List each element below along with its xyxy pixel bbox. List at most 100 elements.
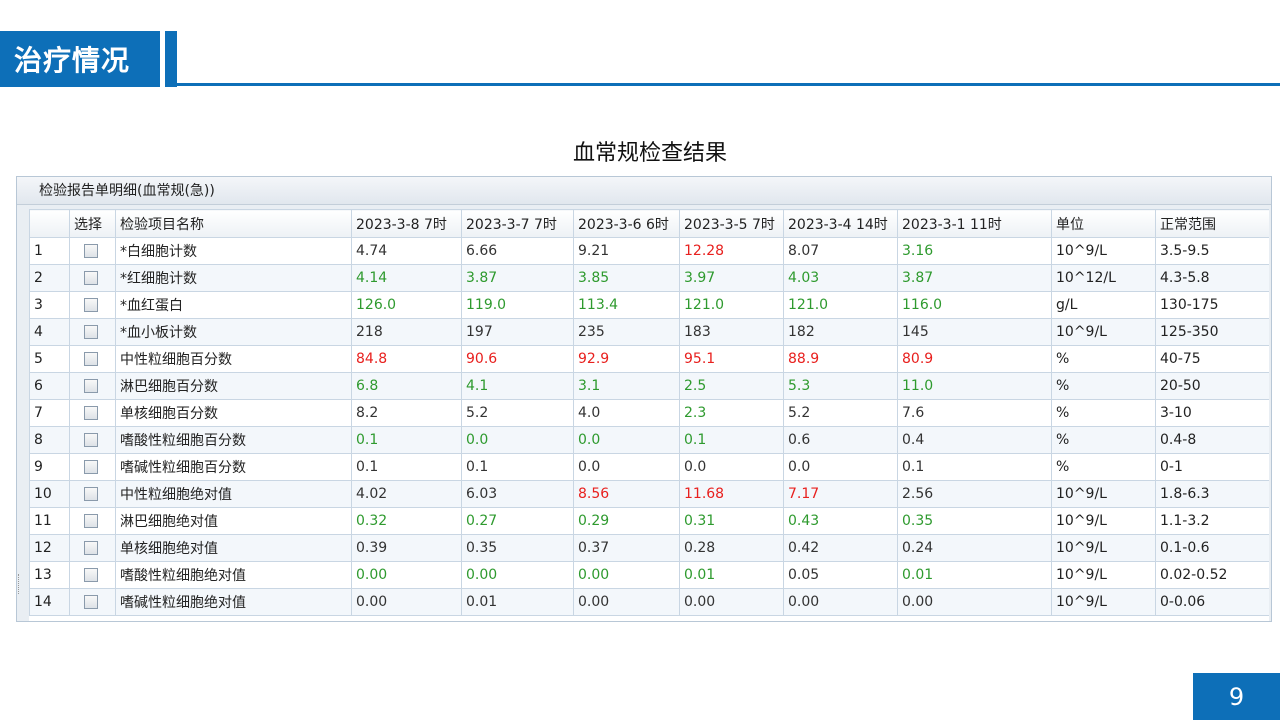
table-row[interactable]: 1 *白细胞计数 4.74 6.66 9.21 12.28 8.07 3.16 10^9/L 3.…: [29, 237, 1269, 265]
select-checkbox[interactable]: [84, 460, 98, 474]
lab-results-grid[interactable]: 选择 检验项目名称 2023-3-8 7时 2023-3-7 7时 2023-3-6 6…: [29, 209, 1269, 621]
row-number: 5: [29, 345, 70, 373]
result-value: 6.66: [461, 237, 574, 265]
table-row[interactable]: 12 单核细胞绝对值 0.39 0.35 0.37 0.28 0.42 0.24 10^9/L 0…: [29, 534, 1269, 562]
unit-cell: 10^9/L: [1051, 507, 1156, 535]
result-value: 95.1: [679, 345, 784, 373]
table-row[interactable]: 2 *红细胞计数 4.14 3.87 3.85 3.97 4.03 3.87 10^12/L 4.…: [29, 264, 1269, 292]
test-item-name: 中性粒细胞绝对值: [115, 480, 352, 508]
table-row[interactable]: 7 单核细胞百分数 8.2 5.2 4.0 2.3 5.2 7.6% 3-10: [29, 399, 1269, 427]
row-number: 7: [29, 399, 70, 427]
result-value: 8.2: [351, 399, 462, 427]
select-checkbox[interactable]: [84, 325, 98, 339]
result-value: 0.0: [783, 453, 898, 481]
result-value: 4.74: [351, 237, 462, 265]
select-checkbox[interactable]: [84, 487, 98, 501]
select-cell: [69, 426, 116, 454]
column-header[interactable]: [29, 209, 70, 238]
result-value: 5.2: [461, 399, 574, 427]
select-cell: [69, 372, 116, 400]
lab-results-table: 选择 检验项目名称 2023-3-8 7时 2023-3-7 7时 2023-3-6 6…: [29, 209, 1269, 616]
result-value: 6.8: [351, 372, 462, 400]
select-checkbox[interactable]: [84, 595, 98, 609]
result-value: 0.32: [351, 507, 462, 535]
normal-range-cell: 0-0.06: [1155, 588, 1269, 616]
select-checkbox[interactable]: [84, 406, 98, 420]
row-number: 11: [29, 507, 70, 535]
result-value: 0.6: [783, 426, 898, 454]
result-value: 0.28: [679, 534, 784, 562]
result-value: 145: [897, 318, 1052, 346]
table-row[interactable]: 14 嗜碱性粒细胞绝对值 0.00 0.01 0.00 0.00 0.00 0.00 10^9/…: [29, 588, 1269, 616]
table-row[interactable]: 3 *血红蛋白 126.0 119.0 113.4 121.0 121.0 116.0 g/L 1…: [29, 291, 1269, 319]
test-item-name: 嗜酸性粒细胞百分数: [115, 426, 352, 454]
table-row[interactable]: 8 嗜酸性粒细胞百分数 0.1 0.0 0.0 0.1 0.6 0.4% 0.4-8: [29, 426, 1269, 454]
select-cell: [69, 264, 116, 292]
unit-cell: %: [1051, 426, 1156, 454]
normal-range-cell: 0.4-8: [1155, 426, 1269, 454]
result-value: 116.0: [897, 291, 1052, 319]
column-header[interactable]: 检验项目名称: [115, 209, 352, 238]
normal-range-cell: 0.1-0.6: [1155, 534, 1269, 562]
column-header[interactable]: 正常范围: [1155, 209, 1269, 238]
select-cell: [69, 588, 116, 616]
normal-range-cell: 3-10: [1155, 399, 1269, 427]
page-subtitle: 血常规检查结果: [572, 141, 727, 166]
column-header[interactable]: 2023-3-5 7时: [679, 209, 784, 238]
result-value: 4.02: [351, 480, 462, 508]
select-checkbox[interactable]: [84, 541, 98, 555]
select-checkbox[interactable]: [84, 568, 98, 582]
select-checkbox[interactable]: [84, 298, 98, 312]
select-checkbox[interactable]: [84, 379, 98, 393]
result-value: 126.0: [351, 291, 462, 319]
column-header[interactable]: 单位: [1051, 209, 1156, 238]
result-value: 0.00: [897, 588, 1052, 616]
table-row[interactable]: 5 中性粒细胞百分数 84.8 90.6 92.9 95.1 88.9 80.9% 40-75: [29, 345, 1269, 373]
select-checkbox[interactable]: [84, 433, 98, 447]
select-cell: [69, 480, 116, 508]
result-value: 0.31: [679, 507, 784, 535]
normal-range-cell: 1.8-6.3: [1155, 480, 1269, 508]
result-value: 235: [573, 318, 680, 346]
select-checkbox[interactable]: [84, 271, 98, 285]
resize-grip[interactable]: [18, 574, 23, 594]
select-cell: [69, 237, 116, 265]
table-row[interactable]: 11 淋巴细胞绝对值 0.32 0.27 0.29 0.31 0.43 0.35 10^9/L 1…: [29, 507, 1269, 535]
row-number: 6: [29, 372, 70, 400]
normal-range-cell: 125-350: [1155, 318, 1269, 346]
table-row[interactable]: 10 中性粒细胞绝对值 4.02 6.03 8.56 11.68 7.17 2.56 10^9/…: [29, 480, 1269, 508]
result-value: 92.9: [573, 345, 680, 373]
result-value: 121.0: [783, 291, 898, 319]
column-header[interactable]: 2023-3-4 14时: [783, 209, 898, 238]
result-value: 2.5: [679, 372, 784, 400]
column-header[interactable]: 2023-3-6 6时: [573, 209, 680, 238]
select-cell: [69, 453, 116, 481]
column-header[interactable]: 选择: [69, 209, 116, 238]
unit-cell: 10^9/L: [1051, 561, 1156, 589]
result-value: 4.1: [461, 372, 574, 400]
result-value: 3.16: [897, 237, 1052, 265]
select-checkbox[interactable]: [84, 352, 98, 366]
result-value: 80.9: [897, 345, 1052, 373]
header-accent-bar: [165, 31, 177, 87]
column-header[interactable]: 2023-3-8 7时: [351, 209, 462, 238]
result-value: 182: [783, 318, 898, 346]
unit-cell: 10^12/L: [1051, 264, 1156, 292]
select-cell: [69, 291, 116, 319]
result-value: 0.00: [351, 561, 462, 589]
unit-cell: 10^9/L: [1051, 480, 1156, 508]
test-item-name: *血红蛋白: [115, 291, 352, 319]
page-number: 9: [1193, 673, 1280, 720]
row-number: 4: [29, 318, 70, 346]
select-checkbox[interactable]: [84, 244, 98, 258]
table-row[interactable]: 13 嗜酸性粒细胞绝对值 0.00 0.00 0.00 0.01 0.05 0.01 10^9/…: [29, 561, 1269, 589]
result-value: 11.68: [679, 480, 784, 508]
column-header[interactable]: 2023-3-1 11时: [897, 209, 1052, 238]
test-item-name: 嗜碱性粒细胞绝对值: [115, 588, 352, 616]
select-checkbox[interactable]: [84, 514, 98, 528]
table-row[interactable]: 6 淋巴细胞百分数 6.8 4.1 3.1 2.5 5.3 11.0% 20-50: [29, 372, 1269, 400]
column-header[interactable]: 2023-3-7 7时: [461, 209, 574, 238]
table-row[interactable]: 4 *血小板计数 218 197 235 183 182 145 10^9/L 125-350: [29, 318, 1269, 346]
result-value: 0.05: [783, 561, 898, 589]
table-row[interactable]: 9 嗜碱性粒细胞百分数 0.1 0.1 0.0 0.0 0.0 0.1% 0-1: [29, 453, 1269, 481]
